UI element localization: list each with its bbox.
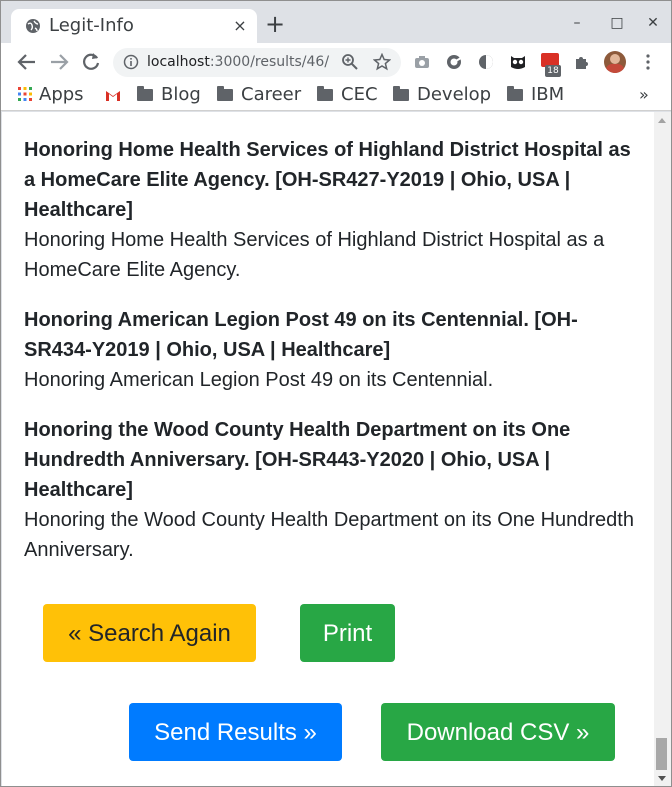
print-button[interactable]: Print <box>300 604 395 662</box>
result-summary: Honoring Home Health Services of Highlan… <box>24 229 605 281</box>
gmail-icon[interactable] <box>105 89 121 103</box>
result-summary: Honoring the Wood County Health Departme… <box>24 509 634 561</box>
folder-icon <box>393 86 409 101</box>
url-path: :3000/results/46/ <box>209 54 330 70</box>
apps-grid-icon <box>18 87 32 101</box>
calendar-extension-icon[interactable]: 18 <box>541 53 563 79</box>
bookmark-label: Blog <box>161 84 201 105</box>
vertical-scrollbar[interactable] <box>654 112 671 786</box>
scroll-thumb[interactable] <box>656 738 667 770</box>
result-summary: Honoring American Legion Post 49 on its … <box>24 369 494 391</box>
page-content: Honoring Home Health Services of Highlan… <box>2 112 654 786</box>
scroll-down-arrow-icon[interactable] <box>658 776 666 781</box>
bookmark-apps[interactable]: Apps <box>17 83 84 107</box>
url-host: localhost <box>147 54 210 70</box>
result-item: Honoring Home Health Services of Highlan… <box>24 135 644 285</box>
tab-title: Legit-Info <box>49 15 134 36</box>
bookmark-apps-label: Apps <box>39 84 84 105</box>
bookmarks-overflow-button[interactable]: » <box>639 83 649 107</box>
globe-icon <box>26 19 40 33</box>
address-bar[interactable]: localhost:3000/results/46/ <box>113 48 401 77</box>
maximize-button[interactable]: □ <box>607 13 627 33</box>
zoom-icon[interactable] <box>341 53 359 71</box>
browser-tab[interactable]: Legit-Info × <box>11 9 257 43</box>
tab-close-icon[interactable]: × <box>231 17 249 35</box>
close-window-button[interactable]: ✕ <box>643 13 663 33</box>
search-again-button[interactable]: « Search Again <box>43 604 256 662</box>
profile-avatar[interactable] <box>604 51 626 73</box>
extension-badge: 18 <box>545 65 561 77</box>
result-item: Honoring American Legion Post 49 on its … <box>24 305 644 395</box>
owl-icon[interactable] <box>509 53 527 71</box>
dark-mode-icon[interactable] <box>477 53 495 71</box>
info-icon[interactable] <box>123 54 139 70</box>
extension-circle-icon[interactable] <box>445 53 463 71</box>
arrow-right-icon[interactable] <box>47 50 71 74</box>
browser-window: Legit-Info × + – □ ✕ localhost:3000/resu… <box>0 0 672 787</box>
bookmark-folder-develop[interactable]: Develop <box>393 83 491 107</box>
send-results-button[interactable]: Send Results » <box>129 703 342 761</box>
result-title: Honoring Home Health Services of Highlan… <box>24 139 631 221</box>
new-tab-button[interactable]: + <box>263 12 287 37</box>
folder-icon <box>507 86 523 101</box>
browser-toolbar: localhost:3000/results/46/ 18 <box>1 43 671 81</box>
reload-icon[interactable] <box>79 50 103 74</box>
folder-icon <box>137 86 153 101</box>
bookmark-label: Career <box>241 84 302 105</box>
folder-icon <box>217 86 233 101</box>
result-item: Honoring the Wood County Health Departme… <box>24 415 644 565</box>
folder-icon <box>317 86 333 101</box>
download-csv-button[interactable]: Download CSV » <box>381 703 615 761</box>
bookmarks-bar: Apps Blog Career CEC Develop IBM » <box>1 81 671 111</box>
bookmark-label: Develop <box>417 84 492 105</box>
puzzle-icon[interactable] <box>573 53 591 71</box>
url-text[interactable]: localhost:3000/results/46/ <box>147 54 329 70</box>
bookmark-label: IBM <box>531 84 565 105</box>
bookmark-folder-cec[interactable]: CEC <box>317 83 378 107</box>
scroll-up-arrow-icon[interactable] <box>658 118 666 123</box>
minimize-button[interactable]: – <box>567 13 587 33</box>
bookmark-folder-ibm[interactable]: IBM <box>507 83 564 107</box>
title-bar: Legit-Info × + – □ ✕ <box>1 1 671 43</box>
star-icon[interactable] <box>373 53 391 71</box>
result-title: Honoring American Legion Post 49 on its … <box>24 309 578 361</box>
result-title: Honoring the Wood County Health Departme… <box>24 419 571 501</box>
camera-icon[interactable] <box>413 53 431 71</box>
arrow-left-icon[interactable] <box>15 50 39 74</box>
bookmark-folder-career[interactable]: Career <box>217 83 301 107</box>
bookmark-folder-blog[interactable]: Blog <box>137 83 201 107</box>
bookmark-label: CEC <box>341 84 378 105</box>
kebab-menu-icon[interactable] <box>639 53 657 71</box>
